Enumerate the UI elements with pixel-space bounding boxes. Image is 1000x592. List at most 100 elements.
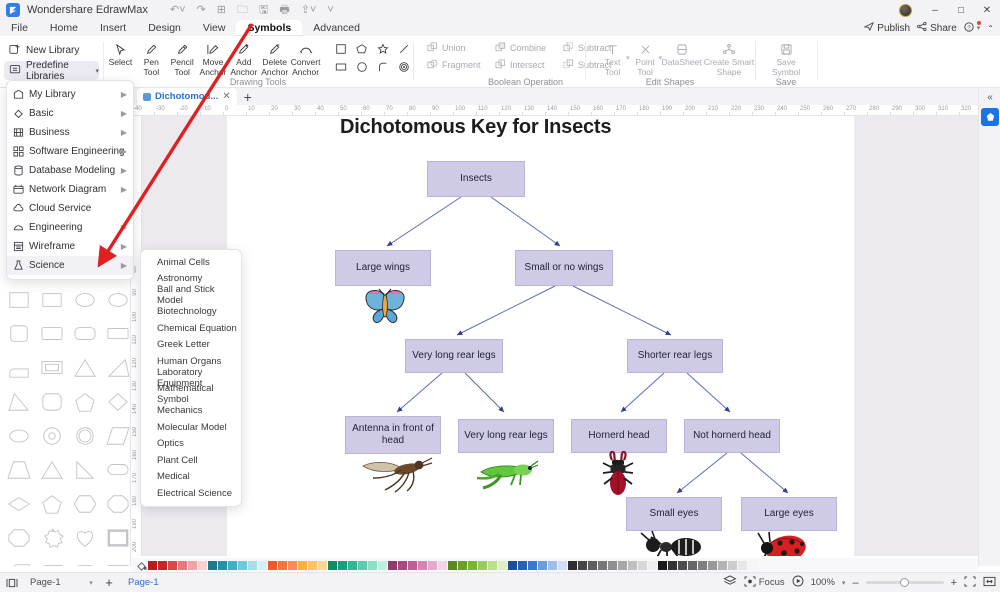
shape-swatch[interactable]	[103, 286, 131, 314]
minimize-button[interactable]: –	[922, 0, 948, 20]
shape-swatch[interactable]	[70, 422, 100, 450]
submenu-item-molecular-model[interactable]: Molecular Model	[141, 419, 241, 436]
color-swatch[interactable]	[298, 560, 307, 570]
color-swatch[interactable]	[688, 560, 697, 570]
library-item-my-library[interactable]: My Library ▶	[7, 85, 133, 104]
library-item-basic[interactable]: Basic ▶	[7, 104, 133, 123]
library-item-engineering[interactable]: Engineering ▶	[7, 218, 133, 237]
color-swatch[interactable]	[578, 560, 587, 570]
color-swatch[interactable]	[288, 560, 297, 570]
color-swatch[interactable]	[408, 560, 417, 570]
arc-icon[interactable]	[373, 59, 392, 75]
shape-swatch[interactable]	[4, 422, 34, 450]
shape-swatch[interactable]	[103, 422, 131, 450]
color-swatch[interactable]	[338, 560, 347, 570]
color-swatches[interactable]	[148, 560, 758, 570]
color-swatch[interactable]	[158, 560, 167, 570]
add-anchor-tool[interactable]: Add Anchor	[228, 39, 259, 77]
new-library-button[interactable]: New Library	[4, 41, 99, 60]
shape-swatch[interactable]	[37, 388, 67, 416]
line-icon[interactable]	[394, 41, 413, 57]
menu-tab-home[interactable]: Home	[39, 20, 89, 36]
color-swatch[interactable]	[638, 560, 647, 570]
shape-swatch[interactable]	[103, 320, 131, 348]
color-swatch[interactable]	[248, 560, 257, 570]
fragment-button[interactable]: Fragment	[427, 59, 485, 70]
zoom-in-button[interactable]: +	[951, 577, 957, 589]
select-tool[interactable]: Select	[105, 39, 136, 67]
color-swatch[interactable]	[258, 560, 267, 570]
color-swatch[interactable]	[308, 560, 317, 570]
color-swatch[interactable]	[168, 560, 177, 570]
library-item-cloud-service[interactable]: Cloud Service	[7, 199, 133, 218]
shape-format-icon[interactable]	[981, 108, 999, 126]
submenu-item-plant-cell[interactable]: Plant Cell	[141, 452, 241, 469]
library-item-network-diagram[interactable]: Network Diagram ▶	[7, 180, 133, 199]
color-swatch[interactable]	[518, 560, 527, 570]
menu-tab-insert[interactable]: Insert	[89, 20, 137, 36]
zoom-out-button[interactable]: –	[852, 577, 858, 589]
color-swatch[interactable]	[148, 560, 157, 570]
datasheet-button[interactable]: DataSheet	[660, 39, 703, 77]
library-item-business[interactable]: Business ▶	[7, 123, 133, 142]
shape-swatch[interactable]	[37, 490, 67, 518]
color-swatch[interactable]	[678, 560, 687, 570]
color-swatch[interactable]	[748, 560, 757, 570]
shape-swatch[interactable]	[37, 558, 67, 566]
color-swatch[interactable]	[208, 560, 217, 570]
shape-palette[interactable]	[0, 283, 131, 566]
circle-icon[interactable]	[352, 59, 371, 75]
menu-tab-view[interactable]: View	[192, 20, 237, 36]
color-swatch[interactable]	[568, 560, 577, 570]
save-icon[interactable]: 🖫	[259, 4, 268, 16]
menu-tab-design[interactable]: Design	[137, 20, 192, 36]
diagram-node-antenna-in-front-of-head[interactable]: Antenna in front of head	[345, 416, 441, 454]
color-swatch[interactable]	[588, 560, 597, 570]
shape-swatch[interactable]	[4, 354, 34, 382]
page-dropdown-caret-icon[interactable]: ▾	[84, 579, 98, 587]
shape-swatch[interactable]	[70, 388, 100, 416]
color-swatch[interactable]	[378, 560, 387, 570]
color-swatch[interactable]	[278, 560, 287, 570]
color-swatch[interactable]	[498, 560, 507, 570]
submenu-item-medical[interactable]: Medical	[141, 469, 241, 486]
color-swatch[interactable]	[358, 560, 367, 570]
shape-swatch[interactable]	[70, 490, 100, 518]
diagram-node-insects[interactable]: Insects	[427, 161, 525, 197]
color-swatch[interactable]	[238, 560, 247, 570]
zoom-level[interactable]: 100%	[811, 577, 835, 588]
move-anchor-tool[interactable]: Move Anchor	[198, 39, 229, 77]
color-swatch[interactable]	[628, 560, 637, 570]
save-symbol-button[interactable]: Save Symbol	[765, 39, 807, 77]
color-swatch[interactable]	[608, 560, 617, 570]
new-tab-button[interactable]: +	[237, 88, 259, 105]
diagram-node-very-long-rear-legs-2[interactable]: Very long rear legs	[458, 419, 554, 453]
color-swatch[interactable]	[538, 560, 547, 570]
color-swatch[interactable]	[438, 560, 447, 570]
square-icon[interactable]	[331, 41, 350, 57]
shape-swatch[interactable]	[103, 558, 131, 566]
color-swatch[interactable]	[738, 560, 747, 570]
shape-swatch[interactable]	[4, 286, 34, 314]
fill-color-icon[interactable]	[134, 560, 148, 571]
color-swatch[interactable]	[708, 560, 717, 570]
shape-swatch[interactable]	[37, 422, 67, 450]
shape-swatch[interactable]	[103, 354, 131, 382]
new-icon[interactable]: ⊞	[217, 4, 226, 16]
shape-swatch[interactable]	[70, 354, 100, 382]
shape-swatch[interactable]	[103, 524, 131, 552]
color-swatch[interactable]	[388, 560, 397, 570]
color-swatch[interactable]	[198, 560, 207, 570]
library-item-wireframe[interactable]: Wireframe ▶	[7, 237, 133, 256]
page-tab-page-1[interactable]: Page-1	[120, 577, 159, 588]
print-icon[interactable]: 🖶	[279, 4, 289, 16]
document-page[interactable]: Dichotomous Key for Insects Insects Larg…	[227, 116, 854, 556]
color-swatch[interactable]	[668, 560, 677, 570]
color-swatch[interactable]	[558, 560, 567, 570]
submenu-item-electrical-science[interactable]: Electrical Science	[141, 485, 241, 502]
shape-swatch[interactable]	[37, 286, 67, 314]
create-smart-shape-button[interactable]: Create Smart Shape	[703, 39, 755, 77]
focus-button[interactable]: Focus	[744, 575, 785, 590]
union-button[interactable]: Union	[427, 42, 485, 53]
rectangle-icon[interactable]	[331, 59, 350, 75]
